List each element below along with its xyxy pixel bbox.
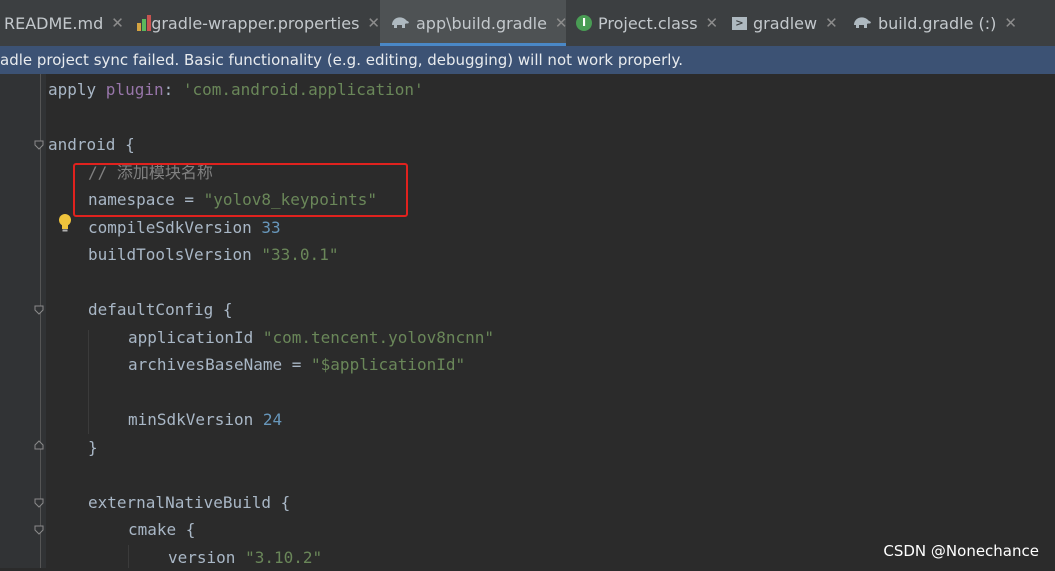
code-line: compileSdkVersion 33: [88, 218, 281, 237]
tab-app-build-gradle[interactable]: app\build.gradle ✕: [380, 0, 568, 46]
sync-failed-banner: adle project sync failed. Basic function…: [0, 46, 1055, 74]
class-file-icon: I: [576, 15, 592, 31]
tab-readme[interactable]: README.md ✕: [0, 0, 124, 46]
code-line: cmake {: [128, 520, 196, 539]
fold-start-icon[interactable]: [34, 305, 44, 315]
code-line: android {: [48, 135, 135, 154]
tab-label: gradlew: [753, 13, 818, 33]
tab-label: build.gradle (:): [878, 13, 997, 33]
close-icon[interactable]: ✕: [825, 14, 838, 32]
code-line: defaultConfig {: [88, 300, 233, 319]
gradle-elephant-icon: [852, 14, 872, 33]
tab-label: README.md: [4, 13, 104, 33]
editor-tab-bar: README.md ✕ gradle-wrapper.properties ✕ …: [0, 0, 1055, 47]
code-line: applicationId "com.tencent.yolov8ncnn": [128, 328, 495, 347]
gradle-elephant-icon: [390, 14, 410, 33]
code-line: minSdkVersion 24: [128, 410, 283, 429]
fold-start-icon[interactable]: [34, 525, 44, 535]
tab-label: Project.class: [598, 13, 698, 33]
fold-start-icon[interactable]: [34, 140, 44, 150]
code-line: externalNativeBuild {: [88, 493, 291, 512]
code-line: }: [88, 438, 98, 457]
fold-end-icon[interactable]: [34, 440, 44, 450]
close-icon[interactable]: ✕: [1004, 14, 1017, 32]
fold-start-icon[interactable]: [34, 498, 44, 508]
terminal-file-icon: >: [732, 16, 747, 30]
highlight-annotation-box: [73, 163, 408, 217]
banner-text: adle project sync failed. Basic function…: [0, 51, 683, 69]
code-line: archivesBaseName = "$applicationId": [128, 355, 466, 374]
tab-gradle-wrapper-properties[interactable]: gradle-wrapper.properties ✕: [124, 0, 380, 46]
close-icon[interactable]: ✕: [706, 14, 719, 32]
tab-label: gradle-wrapper.properties: [151, 13, 360, 33]
properties-file-icon: [136, 15, 151, 31]
tab-gradlew[interactable]: > gradlew ✕: [722, 0, 842, 46]
close-icon[interactable]: ✕: [111, 14, 124, 32]
tab-build-gradle-root[interactable]: build.gradle (:) ✕: [842, 0, 1017, 46]
indent-guide: [128, 545, 129, 568]
code-line: buildToolsVersion "33.0.1": [88, 245, 339, 264]
watermark-text: CSDN @Nonechance: [883, 542, 1039, 560]
tab-label: app\build.gradle: [416, 13, 547, 33]
lightbulb-icon[interactable]: [58, 213, 72, 233]
close-icon[interactable]: ✕: [367, 14, 380, 32]
tab-project-class[interactable]: I Project.class ✕: [566, 0, 722, 46]
code-line: version "3.10.2": [168, 548, 323, 567]
indent-guide: [88, 330, 89, 434]
code-line: apply plugin: 'com.android.application': [48, 80, 424, 99]
